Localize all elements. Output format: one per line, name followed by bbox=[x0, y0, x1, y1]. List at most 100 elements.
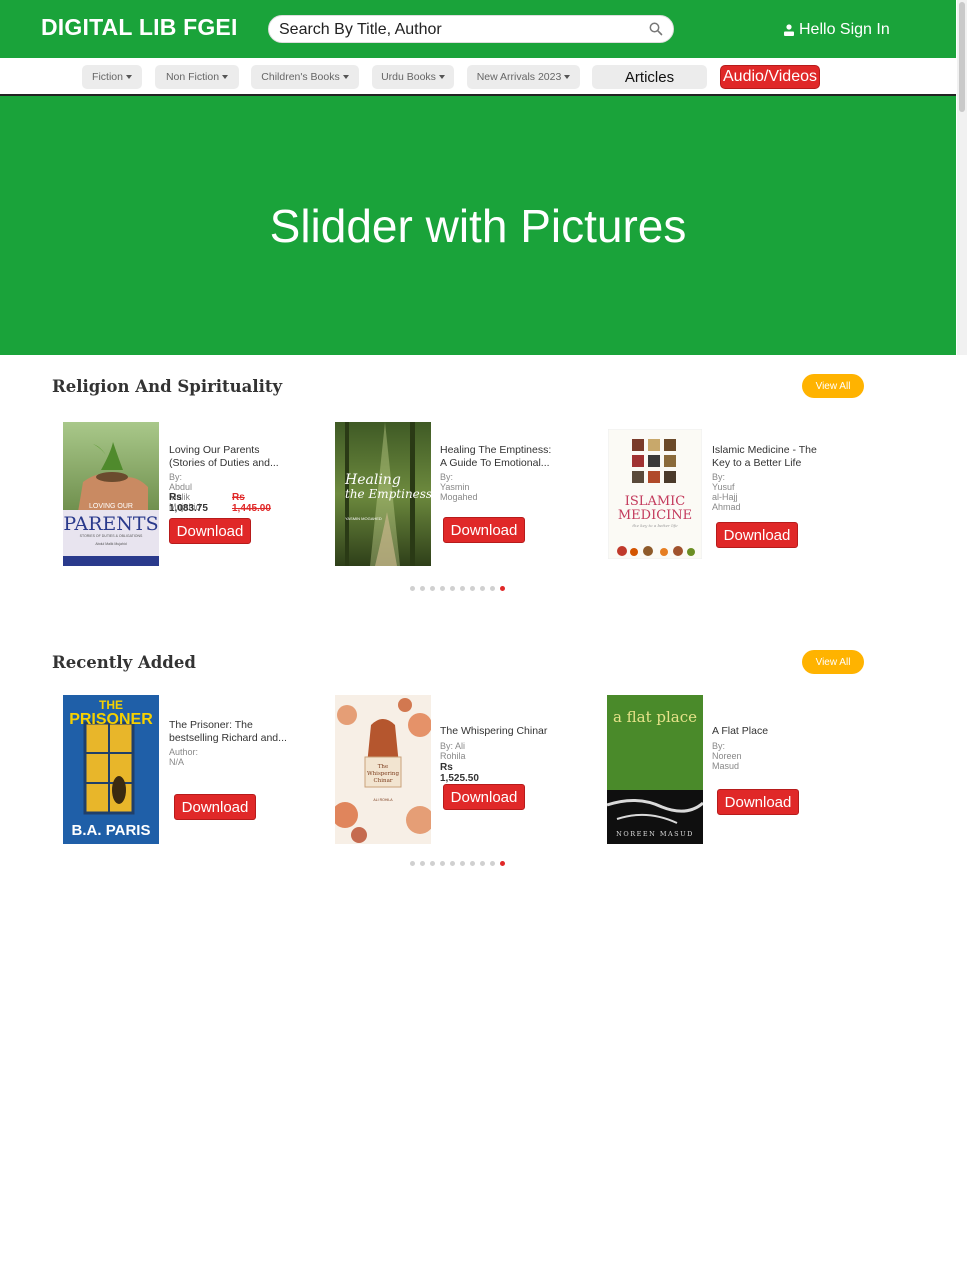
nav-audio-videos[interactable]: Audio/Videos bbox=[720, 65, 820, 89]
download-button[interactable]: Download bbox=[443, 517, 525, 543]
scrollbar-thumb[interactable] bbox=[959, 2, 965, 112]
nav-item-label: Urdu Books bbox=[381, 71, 436, 83]
book-title-line: Healing The Emptiness: bbox=[440, 444, 552, 456]
carousel-dot[interactable] bbox=[440, 861, 445, 866]
cover-author-text: ALI ROHILA bbox=[373, 798, 393, 802]
caret-down-icon bbox=[342, 75, 349, 79]
carousel-dot[interactable] bbox=[450, 586, 455, 591]
book-cover[interactable]: Healing the Emptiness YASMIN MOGAHED bbox=[335, 422, 431, 566]
book-cover[interactable]: THE PRISONER B.A. PARIS bbox=[63, 695, 159, 844]
book-title-line: Key to a Better Life bbox=[712, 456, 802, 469]
carousel-dot[interactable] bbox=[460, 861, 465, 866]
book-title[interactable]: A Flat Place bbox=[712, 725, 847, 738]
download-button[interactable]: Download bbox=[169, 518, 251, 544]
cover-line1: Healing bbox=[344, 472, 401, 488]
carousel-dot[interactable] bbox=[430, 586, 435, 591]
cover-line2: MEDICINE bbox=[618, 508, 692, 523]
book-title[interactable]: The Prisoner: The bestselling Richard an… bbox=[169, 719, 304, 744]
nav-non-fiction[interactable]: Non Fiction bbox=[155, 65, 239, 89]
book-price: Rs 1,083.75 bbox=[169, 492, 208, 514]
caret-down-icon bbox=[438, 75, 445, 79]
cover-line1: The bbox=[378, 764, 388, 770]
carousel-dot[interactable] bbox=[410, 861, 415, 866]
carousel-dot[interactable] bbox=[440, 586, 445, 591]
book-cover[interactable]: The Whispering Chinar ALI ROHILA bbox=[335, 695, 431, 844]
search-input[interactable] bbox=[277, 19, 641, 41]
cover-line2: the Emptiness bbox=[345, 487, 431, 501]
book-title[interactable]: Loving Our Parents (Stories of Duties an… bbox=[169, 444, 304, 469]
caret-down-icon bbox=[125, 75, 132, 79]
cover-main-text: PARENTS bbox=[63, 513, 158, 535]
cover-author-text: NOREEN MASUD bbox=[616, 830, 694, 838]
carousel-dot[interactable] bbox=[420, 586, 425, 591]
view-all-button[interactable]: View All bbox=[802, 650, 864, 674]
carousel-dot[interactable] bbox=[480, 586, 485, 591]
download-button[interactable]: Download bbox=[716, 522, 798, 548]
carousel-dot[interactable] bbox=[430, 861, 435, 866]
nav-articles[interactable]: Articles bbox=[592, 65, 707, 89]
book-cover[interactable]: LOVING OUR PARENTS STORIES OF DUTIES & O… bbox=[63, 422, 159, 566]
carousel-dot[interactable] bbox=[500, 586, 505, 591]
sign-in-link[interactable]: Hello Sign In bbox=[783, 21, 890, 39]
carousel-dot[interactable] bbox=[490, 861, 495, 866]
download-button[interactable]: Download bbox=[174, 794, 256, 820]
book-old-price: Rs 1,445.00 bbox=[232, 492, 271, 514]
cover-line2: Whispering bbox=[367, 771, 399, 777]
nav-fiction[interactable]: Fiction bbox=[82, 65, 142, 89]
nav-item-label: Fiction bbox=[92, 71, 123, 83]
search-bar[interactable] bbox=[268, 15, 674, 43]
search-icon[interactable] bbox=[649, 22, 663, 36]
book-price: Rs 1,525.50 bbox=[440, 762, 479, 784]
carousel-dot[interactable] bbox=[410, 586, 415, 591]
download-button[interactable]: Download bbox=[717, 789, 799, 815]
nav-urdu-books[interactable]: Urdu Books bbox=[372, 65, 454, 89]
book-cover[interactable]: a flat place NOREEN MASUD bbox=[607, 695, 703, 844]
carousel-dot[interactable] bbox=[470, 586, 475, 591]
category-nav: Fiction Non Fiction Children's Books Urd… bbox=[0, 58, 956, 95]
hero-slider[interactable]: Slidder with Pictures bbox=[0, 96, 956, 355]
book-author: Author: N/A bbox=[169, 747, 199, 767]
carousel-dot[interactable] bbox=[480, 861, 485, 866]
book-title-line: A Flat Place bbox=[712, 725, 769, 737]
book-title-line: Islamic Medicine - The bbox=[712, 444, 817, 456]
book-title[interactable]: Healing The Emptiness: A Guide To Emotio… bbox=[440, 444, 575, 469]
cover-line3: Chinar bbox=[374, 778, 393, 784]
carousel-dot[interactable] bbox=[490, 586, 495, 591]
carousel-dot[interactable] bbox=[470, 861, 475, 866]
book-title-line: (Stories of Duties and... bbox=[169, 456, 279, 469]
cover-line1: THE bbox=[99, 698, 123, 712]
brand-logo[interactable]: DIGITAL LIB FGEI bbox=[41, 14, 238, 41]
carousel-dot[interactable] bbox=[460, 586, 465, 591]
hero-text: Slidder with Pictures bbox=[269, 199, 687, 252]
scrollbar[interactable] bbox=[957, 0, 967, 355]
cover-top-text: LOVING OUR bbox=[89, 503, 133, 510]
book-title[interactable]: The Whispering Chinar bbox=[440, 725, 575, 738]
cover-sub-text: STORIES OF DUTIES & OBLIGATIONS bbox=[80, 534, 143, 538]
sign-in-label: Hello Sign In bbox=[799, 21, 890, 38]
cover-line1: ISLAMIC bbox=[625, 494, 686, 509]
book-title[interactable]: Islamic Medicine - The Key to a Better L… bbox=[712, 444, 847, 469]
book-cover[interactable]: ISLAMIC MEDICINE the key to a better lif… bbox=[608, 429, 702, 559]
carousel-dot[interactable] bbox=[420, 861, 425, 866]
nav-new-arrivals[interactable]: New Arrivals 2023 bbox=[467, 65, 580, 89]
user-icon bbox=[784, 24, 794, 36]
carousel-dots bbox=[410, 586, 505, 591]
view-all-button[interactable]: View All bbox=[802, 374, 864, 398]
cover-author-text: B.A. PARIS bbox=[72, 822, 151, 839]
cover-tagline: the key to a better life bbox=[632, 523, 678, 528]
section-title-religion: Religion And Spirituality bbox=[52, 377, 283, 396]
nav-item-label: Non Fiction bbox=[165, 71, 220, 83]
carousel-dot[interactable] bbox=[500, 861, 505, 866]
section-title-recently-added: Recently Added bbox=[52, 653, 196, 672]
nav-childrens-books[interactable]: Children's Books bbox=[251, 65, 359, 89]
cover-author-text: Abdul Malik Mujahid bbox=[95, 542, 126, 546]
book-author: By: Ali Rohila bbox=[440, 741, 466, 761]
cover-title-text: a flat place bbox=[613, 708, 697, 726]
download-button[interactable]: Download bbox=[443, 784, 525, 810]
nav-item-label: Children's Books bbox=[261, 71, 340, 83]
carousel-dot[interactable] bbox=[450, 861, 455, 866]
nav-item-label: New Arrivals 2023 bbox=[476, 71, 562, 83]
book-author: By: Yusuf al-Hajj Ahmad bbox=[712, 472, 741, 512]
carousel-dots bbox=[410, 861, 505, 866]
caret-down-icon bbox=[564, 75, 571, 79]
